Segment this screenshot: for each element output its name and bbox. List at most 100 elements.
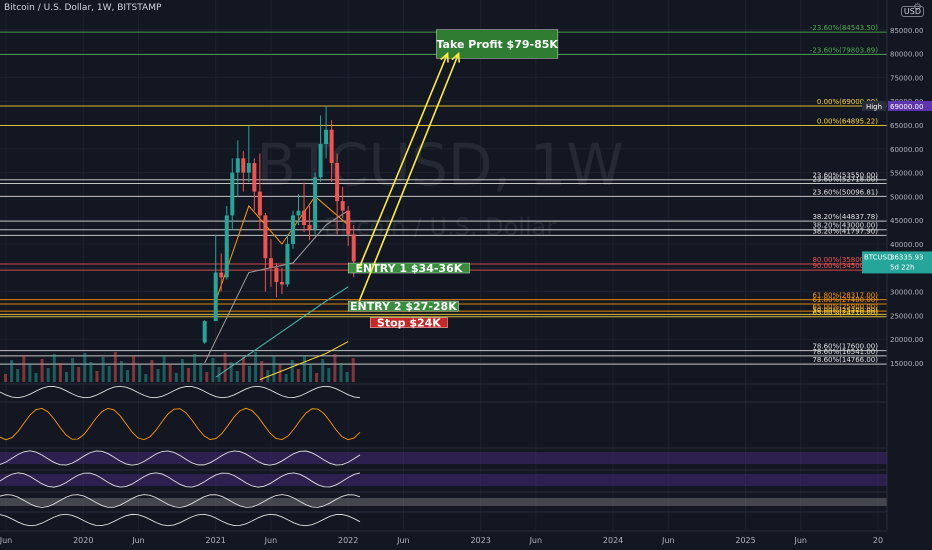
volume-bar [284, 374, 288, 382]
price-tick-label: 15000.00 [890, 360, 923, 368]
volume-bar [168, 364, 172, 382]
price-tick-label: 75000.00 [890, 74, 923, 82]
last-price-countdown: 5d 22h [890, 263, 914, 271]
volume-bar [119, 361, 123, 382]
time-tick-label: Jun [0, 536, 12, 545]
volume-bar [46, 368, 50, 382]
volume-bar [296, 369, 300, 382]
volume-bar [278, 365, 282, 382]
volume-bar [223, 353, 227, 382]
price-tick-label: 60000.00 [890, 146, 923, 154]
panel-band [0, 498, 887, 506]
volume-bar [65, 372, 68, 382]
candle-body [268, 258, 273, 268]
candle-body [257, 191, 262, 216]
candle-body [340, 201, 345, 211]
volume-bar [144, 374, 148, 382]
volume-bar [138, 365, 142, 382]
price-tick-label: 80000.00 [890, 51, 923, 59]
currency-button[interactable]: USD [900, 6, 924, 17]
chart-background [0, 0, 932, 550]
volume-bar [77, 367, 81, 382]
volume-bar [34, 373, 38, 382]
level-label: 23.60%(50096.81) [812, 188, 878, 196]
candle-body [307, 224, 312, 230]
level-label: 38.20%(41797.90) [812, 227, 878, 235]
volume-bar [107, 366, 111, 382]
candle-body [235, 158, 240, 173]
time-tick-label: 20 [873, 536, 883, 545]
volume-bar [339, 363, 343, 382]
volume-bar [174, 373, 178, 382]
candle-body [329, 129, 334, 164]
volume-bar [40, 359, 44, 382]
volume-bar [272, 356, 276, 382]
time-tick-label: 2021 [206, 536, 226, 545]
volume-bar [150, 360, 154, 382]
time-tick-label: 2023 [470, 536, 490, 545]
volume-bar [235, 371, 239, 382]
time-tick-label: Jun [131, 536, 145, 545]
volume-bar [52, 354, 56, 382]
volume-bar [302, 355, 306, 382]
volume-bar [241, 357, 245, 382]
candle-body [202, 321, 207, 343]
candle-body [241, 158, 246, 173]
candle-body [279, 282, 284, 285]
time-tick-label: Jun [264, 536, 278, 545]
tradingview-chart[interactable]: BTCUSD, 1W Bitcoin / U.S. Dollar -23.60%… [0, 0, 932, 550]
volume-bar [321, 359, 325, 382]
candle-body [219, 272, 224, 278]
level-label: 65.00%(24710.00) [812, 309, 878, 317]
price-tick-label: 65000.00 [890, 122, 923, 130]
volume-bar [180, 359, 184, 382]
panel-band [0, 452, 887, 464]
volume-bar [290, 360, 294, 382]
candle-body [252, 163, 257, 192]
level-label: 78.60%(16541.00) [812, 348, 878, 356]
time-axis[interactable]: Jun 2020 Jun 2021 Jun 2022 Jun 2023 Jun 2024 Jun 20… [0, 530, 932, 550]
time-tick-label: Jun [793, 536, 807, 545]
level-label: -23.60%(79803.89) [810, 47, 878, 55]
annotation-label: Stop $24K [377, 317, 441, 330]
price-tick-label: 45000.00 [890, 217, 923, 225]
high-marker-label: High [866, 103, 882, 111]
candle-body [335, 163, 340, 202]
annotation-label: Take Profit $79-85K [436, 38, 558, 51]
candle-body [346, 210, 351, 235]
candle-body [224, 215, 229, 278]
level-label: -23.60%(84543.50) [810, 24, 878, 32]
volume-bar [315, 373, 319, 382]
volume-bar [205, 372, 209, 382]
volume-bar [10, 360, 14, 382]
volume-bar [95, 371, 99, 382]
price-tick-label: 30000.00 [890, 289, 923, 297]
volume-bar [28, 364, 32, 382]
volume-bar [309, 364, 312, 382]
volume-bar [327, 368, 331, 382]
candle-body [290, 215, 295, 244]
volume-bar [22, 355, 26, 382]
annotation-label: ENTRY 2 $27-28K [350, 300, 457, 313]
time-tick-label: 2024 [603, 536, 623, 545]
level-label: 0.00%(64895.22) [817, 117, 878, 125]
high-price-value: 69000.00 [890, 103, 923, 111]
candle-body [213, 272, 218, 322]
level-label: 23.60%(52718.00) [812, 176, 878, 184]
candle-body [324, 129, 329, 145]
volume-bar [16, 369, 20, 382]
volume-bar [4, 374, 7, 382]
panel-band [0, 474, 887, 486]
symbol-header: Bitcoin / U.S. Dollar, 1W, BITSTAMP [4, 3, 162, 13]
candle-body [302, 210, 307, 225]
watermark-subtitle: Bitcoin / U.S. Dollar [324, 213, 557, 241]
volume-bar [156, 369, 160, 382]
price-axis-bg [887, 0, 932, 550]
volume-bar [199, 363, 203, 382]
candle-body [313, 177, 318, 230]
volume-bar [101, 357, 105, 382]
candle-body [318, 144, 323, 178]
volume-bar [254, 352, 258, 382]
last-price-value: 36335.93 [890, 253, 923, 261]
candle-body [285, 243, 290, 285]
